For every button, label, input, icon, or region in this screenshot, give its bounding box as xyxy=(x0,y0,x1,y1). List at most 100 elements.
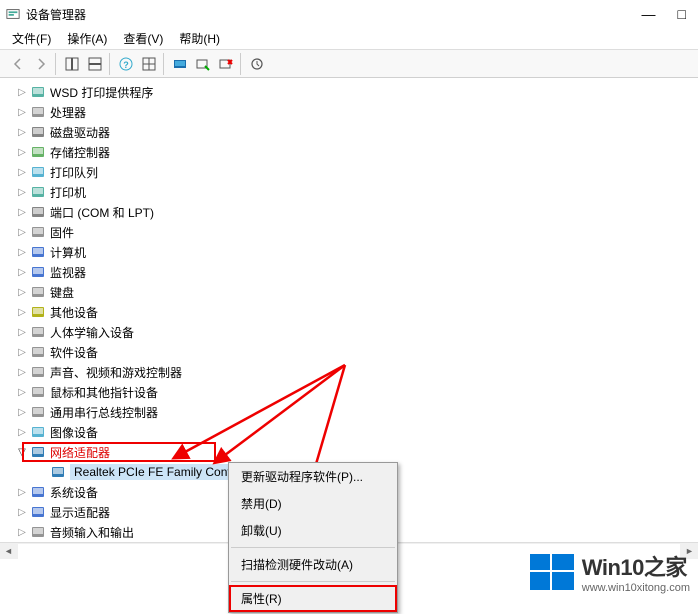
tree-item[interactable]: ▷ 监视器 xyxy=(2,262,696,282)
device-icon xyxy=(30,344,46,360)
tree-item-network-adapters[interactable]: ▽ 网络适配器 xyxy=(2,442,696,462)
tree-item-label: 声音、视频和游戏控制器 xyxy=(50,364,182,381)
hw-scan-icon[interactable] xyxy=(193,54,213,74)
device-icon xyxy=(30,224,46,240)
minimize-button[interactable]: — xyxy=(642,6,656,22)
tree-item[interactable]: ▷ 其他设备 xyxy=(2,302,696,322)
tree-item-label: 其他设备 xyxy=(50,304,98,321)
tree-item[interactable]: ▷ 打印机 xyxy=(2,182,696,202)
ctx-separator xyxy=(231,547,395,548)
tree-item[interactable]: ▷ 图像设备 xyxy=(2,422,696,442)
expand-icon[interactable]: ▷ xyxy=(16,506,28,518)
title-bar: 设备管理器 — □ xyxy=(0,0,698,28)
device-icon xyxy=(30,384,46,400)
view-split-icon[interactable] xyxy=(85,54,105,74)
device-icon xyxy=(30,84,46,100)
tree-item-label: 打印队列 xyxy=(50,164,98,181)
expand-icon[interactable]: ▷ xyxy=(16,526,28,538)
expand-icon[interactable]: ▷ xyxy=(16,486,28,498)
hw-update-icon[interactable] xyxy=(170,54,190,74)
maximize-button[interactable]: □ xyxy=(678,6,686,22)
scroll-left-icon[interactable]: ◄ xyxy=(0,543,17,560)
tree-item-label: 监视器 xyxy=(50,264,86,281)
expand-icon[interactable]: ▷ xyxy=(16,126,28,138)
tree-item-label: 音频输入和输出 xyxy=(50,524,134,539)
tree-item[interactable]: ▷ 鼠标和其他指针设备 xyxy=(2,382,696,402)
ctx-properties[interactable]: 属性(R) xyxy=(229,585,397,612)
device-icon xyxy=(30,144,46,160)
expand-icon[interactable]: ▷ xyxy=(16,86,28,98)
expand-icon[interactable]: ▷ xyxy=(16,346,28,358)
tree-item[interactable]: ▷ 打印队列 xyxy=(2,162,696,182)
menu-file[interactable]: 文件(F) xyxy=(4,28,59,49)
app-icon xyxy=(6,7,20,21)
menu-view[interactable]: 查看(V) xyxy=(115,28,171,49)
device-icon xyxy=(30,244,46,260)
expand-icon[interactable]: ▷ xyxy=(16,106,28,118)
watermark-logo-icon xyxy=(528,548,576,596)
expand-icon[interactable]: ▷ xyxy=(16,226,28,238)
expand-icon[interactable]: ▷ xyxy=(16,386,28,398)
tree-item[interactable]: ▷ 通用串行总线控制器 xyxy=(2,402,696,422)
ctx-disable[interactable]: 禁用(D) xyxy=(229,490,397,517)
device-icon xyxy=(30,424,46,440)
menu-bar: 文件(F) 操作(A) 查看(V) 帮助(H) xyxy=(0,28,698,50)
context-menu: 更新驱动程序软件(P)... 禁用(D) 卸载(U) 扫描检测硬件改动(A) 属… xyxy=(228,462,398,613)
help-icon[interactable]: ? xyxy=(116,54,136,74)
tree-item[interactable]: ▷ 人体学输入设备 xyxy=(2,322,696,342)
tree-item[interactable]: ▷ 软件设备 xyxy=(2,342,696,362)
tree-item[interactable]: ▷ 磁盘驱动器 xyxy=(2,122,696,142)
ctx-uninstall[interactable]: 卸载(U) xyxy=(229,517,397,544)
tree-item-label: 图像设备 xyxy=(50,424,98,441)
expand-icon[interactable]: ▷ xyxy=(16,246,28,258)
tree-item[interactable]: ▷ 声音、视频和游戏控制器 xyxy=(2,362,696,382)
tree-item[interactable]: ▷ 键盘 xyxy=(2,282,696,302)
expand-icon[interactable]: ▷ xyxy=(16,426,28,438)
expand-icon[interactable]: ▷ xyxy=(16,186,28,198)
ctx-scan-hardware[interactable]: 扫描检测硬件改动(A) xyxy=(229,551,397,578)
tree-item-label: 通用串行总线控制器 xyxy=(50,404,158,421)
tree-item[interactable]: ▷ 存储控制器 xyxy=(2,142,696,162)
tree-item[interactable]: ▷ 固件 xyxy=(2,222,696,242)
ctx-update-driver[interactable]: 更新驱动程序软件(P)... xyxy=(229,463,397,490)
watermark-url: www.win10xitong.com xyxy=(582,582,690,594)
tree-item-label: 鼠标和其他指针设备 xyxy=(50,384,158,401)
grid-icon[interactable] xyxy=(139,54,159,74)
expand-icon[interactable]: ▷ xyxy=(16,206,28,218)
tree-item[interactable]: ▷ 计算机 xyxy=(2,242,696,262)
device-icon xyxy=(30,444,46,460)
tree-item-label: 网络适配器 xyxy=(50,444,110,461)
tree-item[interactable]: ▷ WSD 打印提供程序 xyxy=(2,82,696,102)
expand-icon[interactable]: ▷ xyxy=(16,306,28,318)
device-icon xyxy=(30,484,46,500)
collapse-icon[interactable]: ▽ xyxy=(16,446,28,458)
expand-icon[interactable]: ▷ xyxy=(16,326,28,338)
expand-icon[interactable]: ▷ xyxy=(16,286,28,298)
svg-text:?: ? xyxy=(123,60,129,70)
tree-item-label: 计算机 xyxy=(50,244,86,261)
expand-icon[interactable]: ▷ xyxy=(16,166,28,178)
device-icon xyxy=(30,364,46,380)
nav-forward-icon[interactable] xyxy=(31,54,51,74)
expand-icon[interactable]: ▷ xyxy=(16,146,28,158)
hw-remove-icon[interactable] xyxy=(216,54,236,74)
tree-item[interactable]: ▷ 处理器 xyxy=(2,102,696,122)
tree-item[interactable]: ▷ 端口 (COM 和 LPT) xyxy=(2,202,696,222)
tree-item-label: 固件 xyxy=(50,224,74,241)
menu-help[interactable]: 帮助(H) xyxy=(171,28,228,49)
tree-item-label: WSD 打印提供程序 xyxy=(50,84,153,101)
device-icon xyxy=(30,204,46,220)
refresh-icon[interactable] xyxy=(247,54,267,74)
toolbar: ? xyxy=(0,50,698,78)
device-icon xyxy=(30,284,46,300)
expand-icon[interactable]: ▷ xyxy=(16,406,28,418)
device-icon xyxy=(30,524,46,538)
tree-item-label: 磁盘驱动器 xyxy=(50,124,110,141)
nav-back-icon[interactable] xyxy=(8,54,28,74)
menu-action[interactable]: 操作(A) xyxy=(59,28,115,49)
expand-icon[interactable]: ▷ xyxy=(16,266,28,278)
expand-icon[interactable]: ▷ xyxy=(16,366,28,378)
tree-item-label: 软件设备 xyxy=(50,344,98,361)
device-icon xyxy=(30,264,46,280)
view-toggle-icon[interactable] xyxy=(62,54,82,74)
